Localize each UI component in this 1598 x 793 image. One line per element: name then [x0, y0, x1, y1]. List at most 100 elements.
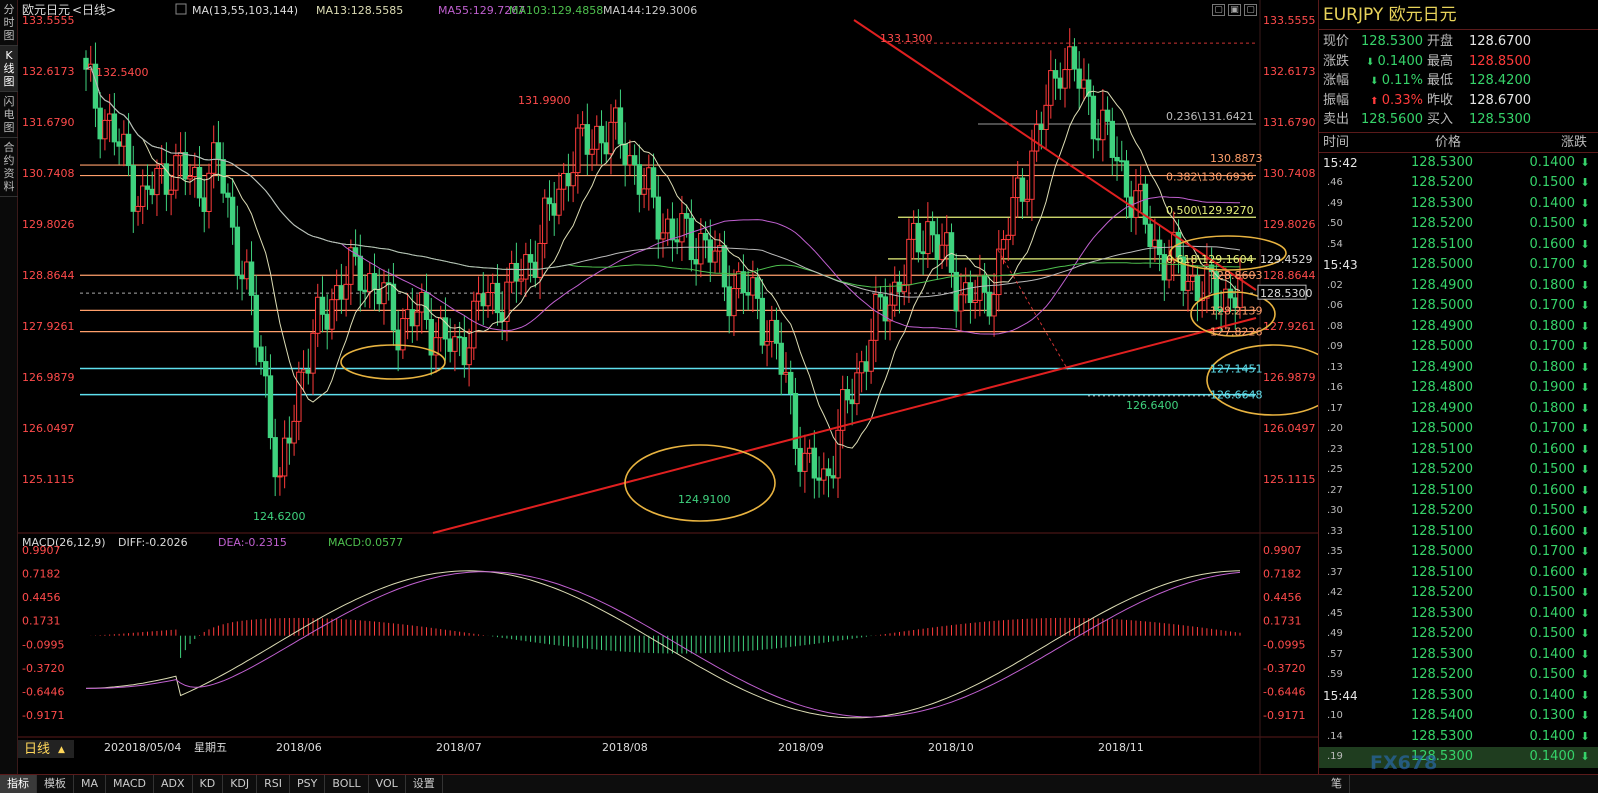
- candle-body: [655, 196, 661, 240]
- fib-label: 126.6648: [1210, 389, 1263, 402]
- tick-row[interactable]: .35 128.5000 0.1700 ⬇: [1319, 542, 1598, 563]
- toolbar-tab-4[interactable]: ADX: [154, 775, 193, 793]
- left-tab-3[interactable]: 合约资料: [0, 138, 18, 197]
- toolbar-tab-7[interactable]: RSI: [257, 775, 291, 793]
- tick-price: 128.5200: [1410, 667, 1473, 682]
- tick-time: .13: [1327, 361, 1343, 373]
- tick-row[interactable]: .08 128.4900 0.1800 ⬇: [1319, 317, 1598, 338]
- toolbar-tab-9[interactable]: BOLL: [325, 775, 369, 793]
- tick-row[interactable]: .57 128.5300 0.1400 ⬇: [1319, 645, 1598, 666]
- window-minimize-icon[interactable]: ▢: [1212, 4, 1225, 16]
- tick-row[interactable]: .50 128.5200 0.1500 ⬇: [1319, 214, 1598, 235]
- toolbar-tab-2[interactable]: MA: [74, 775, 107, 793]
- tick-change: 0.1600: [1529, 523, 1576, 539]
- tick-change: 0.1800: [1529, 318, 1576, 334]
- price-axis-label-right: 129.8026: [1263, 218, 1316, 231]
- candle-body: [333, 285, 340, 301]
- candle-body: [584, 124, 591, 155]
- candle-body: [1005, 234, 1011, 241]
- tick-row[interactable]: .42 128.5200 0.1500 ⬇: [1319, 583, 1598, 604]
- tick-row[interactable]: .37 128.5100 0.1600 ⬇: [1319, 563, 1598, 584]
- tick-row[interactable]: .09 128.5000 0.1700 ⬇: [1319, 337, 1598, 358]
- candle-body: [802, 452, 808, 472]
- candle-body: [712, 250, 718, 263]
- tick-row[interactable]: .17 128.4900 0.1800 ⬇: [1319, 399, 1598, 420]
- toolbar-tab-0[interactable]: 指标: [0, 775, 37, 793]
- candle-body: [598, 125, 605, 144]
- price-axis-label-left: 128.8644: [22, 269, 75, 282]
- kline-chart[interactable]: 欧元日元 <日线> MA(13,55,103,144) MA13:128.5585 MA…: [18, 0, 1318, 774]
- tick-row[interactable]: .10 128.5400 0.1300 ⬇: [1319, 706, 1598, 727]
- tick-row[interactable]: .20 128.5000 0.1700 ⬇: [1319, 419, 1598, 440]
- toolbar-tab-8[interactable]: PSY: [290, 775, 326, 793]
- candle-body: [371, 273, 378, 291]
- window-close-icon[interactable]: ▢: [1244, 4, 1257, 16]
- tick-row[interactable]: .30 128.5200 0.1500 ⬇: [1319, 501, 1598, 522]
- tick-list[interactable]: 15:42 128.5300 0.1400 ⬇ .46 128.5200 0.1500 ⬇ .4…: [1319, 153, 1598, 768]
- candle-body: [906, 238, 912, 286]
- tick-change: 0.1600: [1529, 482, 1576, 498]
- candle-body: [896, 281, 903, 293]
- tick-row[interactable]: .45 128.5300 0.1400 ⬇: [1319, 604, 1598, 625]
- tick-row[interactable]: .06 128.5000 0.1700 ⬇: [1319, 296, 1598, 317]
- quote-value: 128.5300: [1468, 112, 1531, 127]
- candle-body: [731, 288, 737, 317]
- toolbar-tab-11[interactable]: 设置: [406, 775, 443, 793]
- candle-body: [551, 203, 557, 216]
- tick-change: 0.1400: [1529, 605, 1576, 621]
- indicator-toolbar: 指标 模板 MA MACD ADX KD KDJ RSI PSY BOLL VOL 设置 笔: [0, 774, 1598, 793]
- toolbar-tab-1[interactable]: 模板: [37, 775, 74, 793]
- toolbar-tab-5[interactable]: KD: [193, 775, 224, 793]
- tick-row[interactable]: .49 128.5200 0.1500 ⬇: [1319, 624, 1598, 645]
- tick-price: 128.4800: [1410, 380, 1473, 395]
- candle-body: [258, 346, 264, 363]
- candle-body: [234, 226, 241, 276]
- tick-row[interactable]: .27 128.5100 0.1600 ⬇: [1319, 481, 1598, 502]
- tick-row[interactable]: .59 128.5200 0.1500 ⬇: [1319, 665, 1598, 686]
- arrow-down-icon: ⬇: [1580, 709, 1590, 722]
- tick-row[interactable]: .46 128.5200 0.1500 ⬇: [1319, 173, 1598, 194]
- tick-row[interactable]: .13 128.4900 0.1800 ⬇: [1319, 358, 1598, 379]
- quote-value-text: 0.11%: [1381, 73, 1423, 88]
- left-tab-0[interactable]: 分时图: [0, 0, 18, 46]
- toolbar-tab-6[interactable]: KDJ: [223, 775, 258, 793]
- candle-body: [447, 338, 453, 352]
- tick-row[interactable]: 15:44 128.5300 0.1400 ⬇: [1319, 686, 1598, 707]
- tick-row[interactable]: .16 128.4800 0.1900 ⬇: [1319, 378, 1598, 399]
- arrow-down-icon: ⬇: [1580, 360, 1590, 374]
- candle-body: [281, 437, 288, 477]
- tick-row[interactable]: .02 128.4900 0.1800 ⬇: [1319, 276, 1598, 297]
- tick-row[interactable]: 15:43 128.5000 0.1700 ⬇: [1319, 255, 1598, 276]
- candle-body: [726, 286, 732, 317]
- candle-body: [192, 166, 198, 178]
- macd-diff: DIFF:-0.2026: [118, 536, 188, 549]
- date-axis-label: 20: [104, 741, 118, 754]
- macd-dea: DEA:-0.2315: [218, 536, 287, 549]
- macd-axis-label-right: 0.1731: [1263, 615, 1302, 628]
- candle-body: [769, 319, 775, 343]
- tick-row[interactable]: .25 128.5200 0.1500 ⬇: [1319, 460, 1598, 481]
- tick-row[interactable]: .54 128.5100 0.1600 ⬇: [1319, 235, 1598, 256]
- tick-price: 128.4900: [1410, 318, 1473, 334]
- tick-row[interactable]: .49 128.5300 0.1400 ⬇: [1319, 194, 1598, 215]
- tick-row[interactable]: .23 128.5100 0.1600 ⬇: [1319, 440, 1598, 461]
- tick-row[interactable]: .19 128.5300 0.1400 ⬇: [1319, 747, 1598, 768]
- tick-row[interactable]: .14 128.5300 0.1400 ⬇: [1319, 727, 1598, 748]
- price-axis-label-right: 126.0497: [1263, 422, 1316, 435]
- toolbar-tab-right[interactable]: 笔: [1324, 775, 1350, 793]
- window-restore-icon[interactable]: ▣: [1228, 4, 1241, 16]
- quote-value: 128.8500: [1468, 53, 1531, 69]
- tick-row[interactable]: 15:42 128.5300 0.1400 ⬇: [1319, 153, 1598, 174]
- low-label: 126.6400: [1126, 399, 1179, 412]
- settings-icon[interactable]: [175, 3, 187, 15]
- candle-body: [310, 332, 316, 374]
- chart-canvas[interactable]: 欧元日元 <日线> MA(13,55,103,144) MA13:128.5585 MA…: [18, 0, 1318, 774]
- toolbar-tab-10[interactable]: VOL: [369, 775, 406, 793]
- candle-body: [300, 369, 307, 373]
- arrow-down-icon: ⬇: [1580, 524, 1590, 538]
- left-tab-1[interactable]: K线图: [0, 46, 18, 92]
- left-tab-2[interactable]: 闪电图: [0, 92, 18, 138]
- toolbar-tab-3[interactable]: MACD: [106, 775, 154, 793]
- price-axis-label-left: 133.5555: [22, 14, 75, 27]
- tick-row[interactable]: .33 128.5100 0.1600 ⬇: [1319, 522, 1598, 543]
